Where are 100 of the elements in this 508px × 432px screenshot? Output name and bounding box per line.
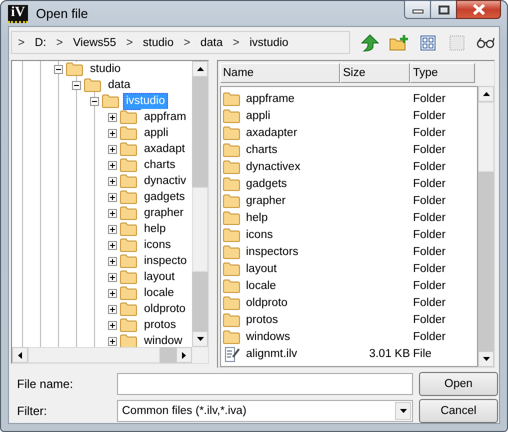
expander-icon[interactable] <box>90 96 99 106</box>
file-name[interactable]: axadapter <box>246 126 298 138</box>
scroll-down-button[interactable] <box>478 351 494 367</box>
column-header[interactable]: Size <box>340 63 410 83</box>
file-name[interactable]: appframe <box>246 92 295 104</box>
expander-icon[interactable] <box>108 336 117 346</box>
expander-icon[interactable] <box>108 304 117 314</box>
expander-icon[interactable] <box>108 272 117 282</box>
document-icon <box>223 346 240 362</box>
file-size: 3.01 KB <box>369 348 410 360</box>
file-name[interactable]: inspectors <box>246 246 298 258</box>
file-type: Folder <box>413 110 446 122</box>
window-title: Open file <box>36 6 88 21</box>
folder-icon <box>120 206 137 220</box>
path-segment[interactable]: data <box>200 36 223 48</box>
file-name[interactable]: alignmt.ilv <box>246 348 298 360</box>
expander-icon[interactable] <box>108 192 117 202</box>
folder-icon <box>223 92 240 106</box>
expander-icon[interactable] <box>108 208 117 218</box>
folder-icon <box>120 110 137 124</box>
filter-dropdown[interactable]: Common files (*.ilv,*.iva) <box>117 400 413 422</box>
folder-icon <box>223 312 240 326</box>
up-button[interactable] <box>358 32 381 54</box>
folder-icon <box>84 78 101 92</box>
expander-icon[interactable] <box>108 128 117 138</box>
folder-icon <box>120 126 137 140</box>
file-name[interactable]: dynactivex <box>246 160 300 172</box>
folder-icon <box>223 330 240 344</box>
new-folder-icon <box>388 34 408 50</box>
path-segment[interactable]: ivstudio <box>249 36 288 48</box>
scroll-up-button[interactable] <box>192 61 208 77</box>
scroll-thumb[interactable] <box>192 187 208 272</box>
column-header[interactable]: Type <box>410 63 475 83</box>
file-name[interactable]: icons <box>246 228 273 240</box>
path-separator: > <box>232 36 240 48</box>
scroll-left-button[interactable] <box>12 347 28 363</box>
tree-item[interactable]: window <box>141 332 186 347</box>
expander-icon[interactable] <box>108 240 117 250</box>
maximize-icon <box>438 4 450 14</box>
file-type: Folder <box>413 144 446 156</box>
folder-icon <box>223 126 240 140</box>
cancel-button[interactable]: Cancel <box>419 399 498 423</box>
file-name[interactable]: layout <box>246 262 277 274</box>
file-name-field[interactable] <box>117 373 413 395</box>
folder-icon <box>223 228 240 242</box>
file-name[interactable]: appli <box>246 110 270 122</box>
file-type: Folder <box>413 330 446 342</box>
path-segment[interactable]: Views55 <box>72 36 116 48</box>
folder-icon <box>223 296 240 310</box>
glasses-icon <box>476 36 496 48</box>
file-name[interactable]: grapher <box>246 194 286 206</box>
file-name[interactable]: gadgets <box>246 178 287 190</box>
scroll-up-button[interactable] <box>478 86 494 102</box>
folder-icon <box>120 222 137 236</box>
expander-icon[interactable] <box>108 320 117 330</box>
path-segment[interactable]: studio <box>142 36 174 48</box>
file-type: Folder <box>413 212 446 224</box>
close-button[interactable] <box>456 0 501 19</box>
path-separator: > <box>56 36 63 48</box>
folder-icon <box>223 176 240 190</box>
folder-icon <box>120 254 137 268</box>
scroll-thumb[interactable] <box>478 102 494 172</box>
folder-icon <box>120 238 137 252</box>
expander-icon[interactable] <box>108 224 117 234</box>
file-name[interactable]: charts <box>246 144 278 156</box>
expander-icon[interactable] <box>108 144 117 154</box>
file-name[interactable]: windows <box>246 330 290 342</box>
minimize-button[interactable] <box>404 0 431 19</box>
file-name[interactable]: locale <box>246 280 276 292</box>
down-icon <box>196 337 204 341</box>
expander-icon[interactable] <box>54 64 63 74</box>
folder-icon <box>223 108 240 122</box>
expander-icon[interactable] <box>108 112 117 122</box>
scrollbar[interactable] <box>12 347 208 363</box>
column-header[interactable]: Name <box>220 63 340 83</box>
file-name[interactable]: oldproto <box>246 296 288 308</box>
expander-icon[interactable] <box>108 256 117 266</box>
scroll-down-button[interactable] <box>192 331 208 347</box>
path-segment[interactable]: D: <box>34 36 46 48</box>
expander-icon[interactable] <box>108 176 117 186</box>
file-type: Folder <box>413 126 446 138</box>
file-name[interactable]: help <box>246 212 268 224</box>
file-name[interactable]: protos <box>246 314 278 326</box>
folder-icon <box>120 270 137 284</box>
folder-icon <box>120 158 137 172</box>
left-icon <box>18 352 22 358</box>
folder-icon <box>120 174 137 188</box>
scroll-right-button[interactable] <box>176 347 192 363</box>
expander-icon[interactable] <box>108 160 117 170</box>
scroll-thumb[interactable] <box>28 347 160 363</box>
folder-icon <box>223 278 240 292</box>
open-button[interactable]: Open <box>419 372 498 396</box>
expander-icon[interactable] <box>72 80 81 90</box>
file-type: Folder <box>413 314 446 326</box>
file-type: Folder <box>413 92 446 104</box>
path-separator: > <box>126 36 133 48</box>
maximize-button[interactable] <box>430 0 457 19</box>
folder-icon <box>120 318 137 332</box>
expander-icon[interactable] <box>108 288 117 298</box>
scrollbar[interactable] <box>192 61 208 347</box>
